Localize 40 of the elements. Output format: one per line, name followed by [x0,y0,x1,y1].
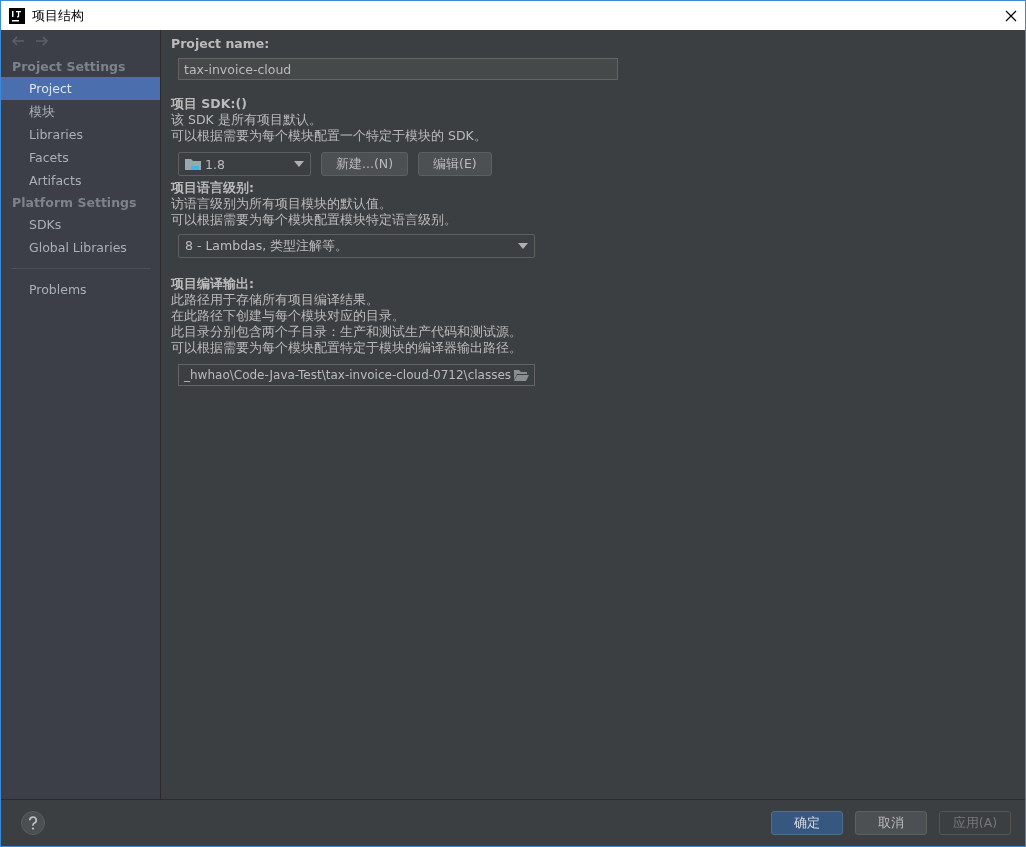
app-logo-icon [9,7,25,24]
sidebar-item[interactable]: Facets [1,146,160,169]
description-text: 该 SDK 是所有项目默认。 [171,112,323,128]
language-level-dropdown[interactable]: 8 - Lambdas, 类型注解等。 [178,234,535,258]
description-text: 此路径用于存储所有项目编译结果。 [171,292,380,308]
field-label: Project name: [171,36,271,52]
folder-icon [185,157,201,171]
folder-icon[interactable] [514,369,529,381]
help-icon[interactable] [21,811,45,835]
section-heading: Project Settings [11,58,127,76]
back-arrow-icon[interactable] [11,36,25,46]
section-label: 项目语言级别: [171,180,255,196]
close-icon[interactable] [1005,9,1017,22]
forward-arrow-icon[interactable] [35,36,49,46]
output-path-field[interactable]: _hwhao\Code-Java-Test\tax-invoice-cloud-0712\classes [178,364,535,386]
sidebar-item[interactable]: SDKs [1,213,160,236]
sidebar-item[interactable]: Problems [1,278,160,301]
sidebar-item[interactable]: Libraries [1,123,160,146]
description-text: 在此路径下创建与每个模块对应的目录。 [171,308,406,324]
section-label: 项目 SDK:() [171,96,248,112]
dropdown-caret-icon [518,243,528,249]
sidebar-item[interactable]: Global Libraries [1,236,160,259]
section-label: 项目编译输出: [171,276,255,292]
sidebar-item[interactable]: Project [1,77,160,100]
description-text: 可以根据需要为每个模块配置模块特定语言级别。 [171,212,458,228]
sdk-button[interactable]: 新建...(N) [321,152,409,176]
sdk-button[interactable]: 编辑(E) [418,152,492,176]
description-text: 可以根据需要为每个模块配置特定于模块的编译器输出路径。 [171,340,523,356]
description-text: 此目录分别包含两个子目录：生产和测试生产代码和测试源。 [171,324,523,340]
sidebar-item[interactable]: Artifacts [1,169,160,192]
sidebar-item[interactable]: 模块 [1,100,160,123]
project-name-field[interactable]: tax-invoice-cloud [178,58,618,80]
description-text: 可以根据需要为每个模块配置一个特定于模块的 SDK。 [171,128,488,144]
section-heading: Platform Settings [11,194,138,212]
description-text: 访语言级别为所有项目模块的默认值。 [171,196,393,212]
window-title: 项目结构 [32,6,84,25]
dropdown-caret-icon [294,161,304,167]
dialog-button[interactable]: 取消 [855,811,927,835]
sdk-dropdown[interactable]: 1.8 [178,152,311,176]
dialog-button[interactable]: 确定 [771,811,843,835]
